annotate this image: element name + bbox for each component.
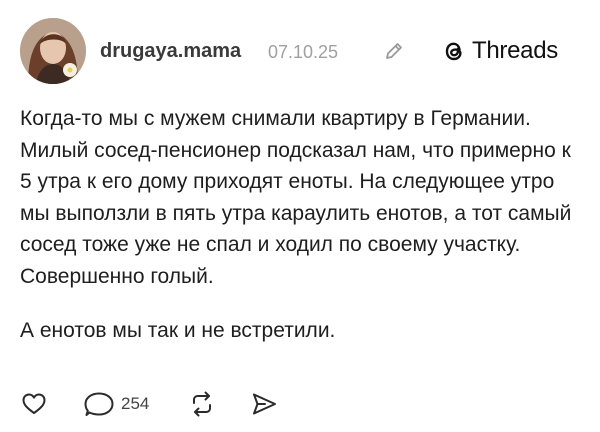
repost-button[interactable] [188, 390, 216, 418]
post-text: Когда-то мы с мужем снимали квартиру в Г… [20, 103, 580, 347]
avatar[interactable] [20, 18, 86, 84]
post-header: drugaya.mama 07.10.25 Threads [20, 18, 580, 86]
comment-count: 254 [121, 394, 150, 413]
brand-name: Threads [472, 37, 558, 64]
comment-button[interactable]: 254 [83, 390, 149, 418]
post-actions: 254 [20, 390, 320, 418]
like-button[interactable] [20, 390, 48, 418]
share-icon [253, 393, 276, 415]
share-button[interactable] [250, 390, 278, 418]
post-paragraph-1: Когда-то мы с мужем снимали квартиру в Г… [20, 107, 572, 288]
post-paragraph-2: А енотов мы так и не встретили. [20, 319, 336, 342]
threads-logo-icon [445, 42, 462, 61]
avatar-image [20, 18, 86, 84]
repost-icon [193, 391, 211, 417]
post-date: 07.10.25 [268, 42, 339, 62]
pencil-icon [383, 40, 405, 62]
username[interactable]: drugaya.mama [100, 40, 241, 63]
speech-bubble-icon [84, 392, 114, 416]
threads-brand: Threads [442, 37, 558, 65]
heart-icon [22, 393, 46, 414]
